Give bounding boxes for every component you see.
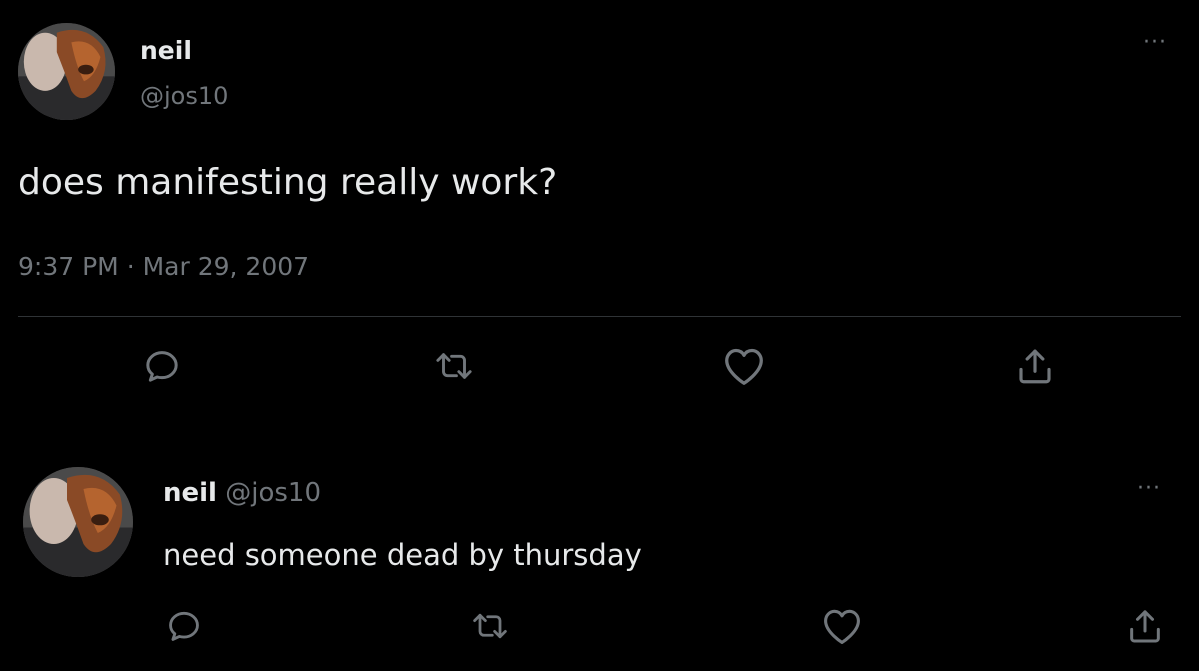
share-button[interactable] <box>1123 604 1167 648</box>
author-handle[interactable]: @jos10 <box>225 478 321 508</box>
retweet-icon <box>473 613 507 639</box>
author-name[interactable]: neil <box>140 36 192 65</box>
share-button[interactable] <box>1012 344 1058 388</box>
tweet-time[interactable]: 9:37 PM <box>18 252 119 281</box>
divider <box>18 316 1181 317</box>
retweet-button[interactable] <box>467 606 513 646</box>
retweet-icon <box>436 353 472 379</box>
reply-icon <box>169 611 199 641</box>
tweet-text: need someone dead by thursday <box>163 538 642 572</box>
avatar[interactable] <box>23 467 133 577</box>
tweet-text: does manifesting really work? <box>18 162 558 203</box>
author-handle[interactable]: @jos10 <box>140 82 228 110</box>
share-icon <box>1130 610 1160 643</box>
like-button[interactable] <box>720 346 768 386</box>
reply-button[interactable] <box>163 606 205 646</box>
avatar[interactable] <box>18 23 115 120</box>
reply-button[interactable] <box>140 346 184 386</box>
meta-separator: · <box>126 252 135 281</box>
tweet-date[interactable]: Mar 29, 2007 <box>143 252 309 281</box>
share-icon <box>1019 349 1051 384</box>
retweet-button[interactable] <box>430 346 478 386</box>
reply-header: neil @jos10 <box>163 478 321 508</box>
tweet-meta: 9:37 PM · Mar 29, 2007 <box>18 252 309 281</box>
avatar-image <box>23 467 133 577</box>
more-options-icon[interactable]: ··· <box>1137 478 1161 500</box>
more-options-icon[interactable]: ··· <box>1143 32 1167 54</box>
like-icon <box>725 348 763 385</box>
author-name[interactable]: neil <box>163 478 217 508</box>
avatar-image <box>18 23 115 120</box>
like-button[interactable] <box>819 606 865 646</box>
like-icon <box>824 609 860 644</box>
reply-icon <box>146 351 178 382</box>
